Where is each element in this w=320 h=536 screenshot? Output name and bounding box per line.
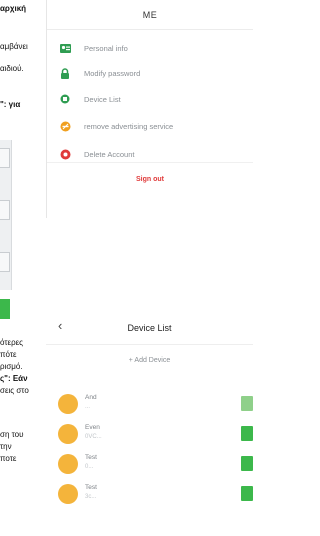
manual-line: ": για: [0, 100, 21, 109]
device-id: 0...: [85, 464, 94, 470]
menu-item-label: Modify password: [84, 68, 141, 78]
device-list-icon: [59, 93, 71, 105]
device-name: Test: [85, 484, 97, 491]
device-row[interactable]: Test 3c...: [58, 482, 253, 506]
menu-item-modify-password[interactable]: Modify password: [59, 65, 140, 81]
manual-line: ρισμό.: [0, 362, 23, 371]
device-toggle[interactable]: [241, 456, 253, 471]
device-avatar: [58, 424, 78, 444]
device-id: ...: [85, 404, 91, 410]
input-field-edge: [0, 252, 10, 272]
menu-item-remove-ads[interactable]: remove advertising service: [59, 118, 173, 134]
green-button-edge: [0, 299, 10, 319]
input-field-edge: [0, 200, 10, 220]
device-toggle[interactable]: [241, 426, 253, 441]
page-title: ME: [142, 10, 158, 20]
device-id: 0VC...: [85, 434, 102, 440]
manual-line: ότερες: [0, 338, 24, 347]
manual-line: ποτε: [0, 454, 17, 463]
manual-line: ση του: [0, 430, 24, 439]
device-avatar: [58, 394, 78, 414]
manual-line: αμβάνει: [0, 42, 28, 51]
device-row[interactable]: And ...: [58, 392, 253, 416]
device-name: Test: [85, 454, 97, 461]
device-toggle[interactable]: [241, 396, 253, 411]
me-screen: ME Personal info Modify password Device …: [46, 0, 253, 218]
manual-text-column: αρχική αμβάνει αιδιού. ": για ότερες πότ…: [0, 0, 46, 536]
device-row[interactable]: Even 0VC...: [58, 422, 253, 446]
manual-line: πότε: [0, 350, 17, 359]
menu-item-label: remove advertising service: [84, 121, 174, 131]
input-field-edge: [0, 148, 10, 168]
device-list-screen: ‹ Device List + Add Device And ... Even …: [46, 306, 253, 536]
device-name: Even: [85, 424, 100, 431]
add-device-button[interactable]: + Add Device: [46, 357, 253, 364]
device-avatar: [58, 454, 78, 474]
manual-line: ς": Εάν: [0, 374, 28, 383]
personal-info-icon: [59, 42, 71, 54]
phone-screen-edge: [0, 140, 12, 290]
device-toggle[interactable]: [241, 486, 253, 501]
manual-line: την: [0, 442, 12, 451]
manual-line: αρχική: [0, 4, 27, 13]
device-name: And: [85, 394, 97, 401]
manual-line: σεις στο: [0, 386, 29, 395]
ad-remove-icon: [59, 120, 71, 132]
menu-item-label: Delete Account: [84, 149, 135, 159]
section-divider: [47, 162, 253, 163]
device-avatar: [58, 484, 78, 504]
header-divider: [47, 29, 253, 30]
delete-account-icon: [59, 148, 71, 160]
lock-icon: [59, 67, 71, 79]
device-row[interactable]: Test 0...: [58, 452, 253, 476]
menu-item-personal-info[interactable]: Personal info: [59, 40, 128, 56]
page-title: Device List: [127, 323, 172, 333]
menu-item-label: Device List: [84, 94, 121, 104]
menu-item-delete-account[interactable]: Delete Account: [59, 146, 134, 162]
sign-out-button[interactable]: Sign out: [47, 176, 253, 183]
device-id: 3c...: [85, 494, 97, 500]
header-divider: [46, 344, 253, 345]
menu-item-label: Personal info: [84, 43, 128, 53]
manual-line: αιδιού.: [0, 64, 24, 73]
menu-item-device-list[interactable]: Device List: [59, 91, 121, 107]
